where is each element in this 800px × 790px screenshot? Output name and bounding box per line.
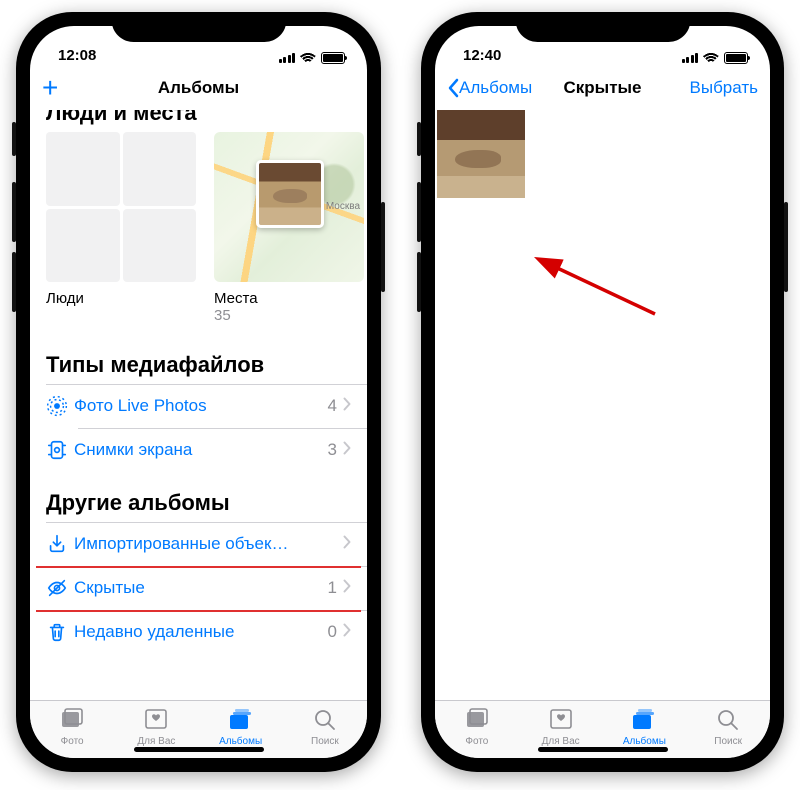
- albums-icon: [631, 707, 657, 734]
- select-button[interactable]: Выбрать: [690, 78, 758, 98]
- home-indicator[interactable]: [134, 747, 264, 752]
- nav-title: Альбомы: [132, 78, 265, 98]
- row-label: Фото Live Photos: [74, 396, 328, 416]
- section-header-people-places: Люди и места: [30, 110, 367, 126]
- section-header-other-albums: Другие альбомы: [30, 472, 367, 522]
- tab-foryou[interactable]: Для Вас: [519, 701, 603, 752]
- tab-label: Поиск: [311, 736, 339, 747]
- list-row-import[interactable]: Импортированные объек…: [30, 522, 367, 566]
- album-count: 35: [214, 307, 364, 324]
- list-row-screenshot[interactable]: Снимки экрана3: [30, 428, 367, 472]
- battery-icon: [724, 52, 748, 64]
- tab-label: Фото: [465, 736, 488, 747]
- back-label: Альбомы: [459, 78, 532, 98]
- chevron-right-icon: [343, 579, 351, 598]
- albums-icon: [228, 707, 254, 734]
- row-count: 3: [328, 440, 337, 460]
- status-time: 12:08: [58, 47, 96, 64]
- row-count: 4: [328, 396, 337, 416]
- battery-icon: [321, 52, 345, 64]
- tab-search[interactable]: Поиск: [686, 701, 770, 752]
- places-photo-pin: [256, 160, 324, 228]
- list-row-trash[interactable]: Недавно удаленные0: [30, 610, 367, 654]
- map-city-label: Москва: [326, 201, 360, 212]
- photos-icon: [59, 707, 85, 734]
- search-icon: [312, 707, 338, 734]
- list-row-hidden[interactable]: Скрытые1: [30, 566, 367, 610]
- import-icon: [46, 533, 74, 555]
- tab-search[interactable]: Поиск: [283, 701, 367, 752]
- list-row-live[interactable]: Фото Live Photos4: [30, 384, 367, 428]
- row-label: Недавно удаленные: [74, 622, 328, 642]
- tab-photos[interactable]: Фото: [30, 701, 114, 752]
- nav-bar: Альбомы Скрытые Выбрать: [435, 66, 770, 110]
- tab-label: Альбомы: [623, 736, 666, 747]
- places-map-thumb: Москва: [214, 132, 364, 282]
- album-people[interactable]: Люди: [46, 132, 196, 324]
- people-grid-thumb: [46, 132, 196, 282]
- photos-icon: [464, 707, 490, 734]
- status-time: 12:40: [463, 47, 501, 64]
- section-header-media-types: Типы медиафайлов: [30, 334, 367, 384]
- row-label: Снимки экрана: [74, 440, 328, 460]
- album-label: Места: [214, 290, 364, 307]
- chevron-right-icon: [343, 441, 351, 460]
- chevron-left-icon: [447, 78, 459, 98]
- album-places[interactable]: Москва Места 35: [214, 132, 364, 324]
- tab-label: Фото: [61, 736, 84, 747]
- photo-thumbnail[interactable]: [437, 110, 525, 198]
- cellular-icon: [682, 53, 699, 63]
- row-label: Скрытые: [74, 578, 328, 598]
- tab-albums[interactable]: Альбомы: [199, 701, 283, 752]
- album-label: Люди: [46, 290, 196, 307]
- foryou-icon: [143, 707, 169, 734]
- hidden-icon: [46, 577, 74, 599]
- chevron-right-icon: [343, 623, 351, 642]
- search-icon: [715, 707, 741, 734]
- tab-albums[interactable]: Альбомы: [603, 701, 687, 752]
- live-icon: [46, 395, 74, 417]
- row-count: 1: [328, 578, 337, 598]
- row-count: 0: [328, 622, 337, 642]
- tab-label: Альбомы: [219, 736, 262, 747]
- tab-label: Поиск: [714, 736, 742, 747]
- trash-icon: [46, 621, 74, 643]
- foryou-icon: [548, 707, 574, 734]
- nav-title: Скрытые: [537, 78, 668, 98]
- status-bar: 12:08: [30, 26, 367, 66]
- wifi-icon: [703, 52, 719, 64]
- tab-label: Для Вас: [542, 736, 580, 747]
- screenshot-icon: [46, 439, 74, 461]
- phone-frame-right: 12:40 Альбомы Скрытые Выбрать: [421, 12, 784, 772]
- cellular-icon: [279, 53, 296, 63]
- back-button[interactable]: Альбомы: [447, 78, 532, 98]
- annotation-arrow: [545, 260, 665, 320]
- nav-bar: + Альбомы: [30, 66, 367, 110]
- tab-foryou[interactable]: Для Вас: [114, 701, 198, 752]
- home-indicator[interactable]: [538, 747, 668, 752]
- phone-frame-left: 12:08 + Альбомы Люди и места Люди: [16, 12, 381, 772]
- tab-label: Для Вас: [137, 736, 175, 747]
- chevron-right-icon: [343, 535, 351, 554]
- row-label: Импортированные объек…: [74, 534, 343, 554]
- add-button[interactable]: +: [42, 74, 58, 102]
- status-bar: 12:40: [435, 26, 770, 66]
- wifi-icon: [300, 52, 316, 64]
- tab-photos[interactable]: Фото: [435, 701, 519, 752]
- chevron-right-icon: [343, 397, 351, 416]
